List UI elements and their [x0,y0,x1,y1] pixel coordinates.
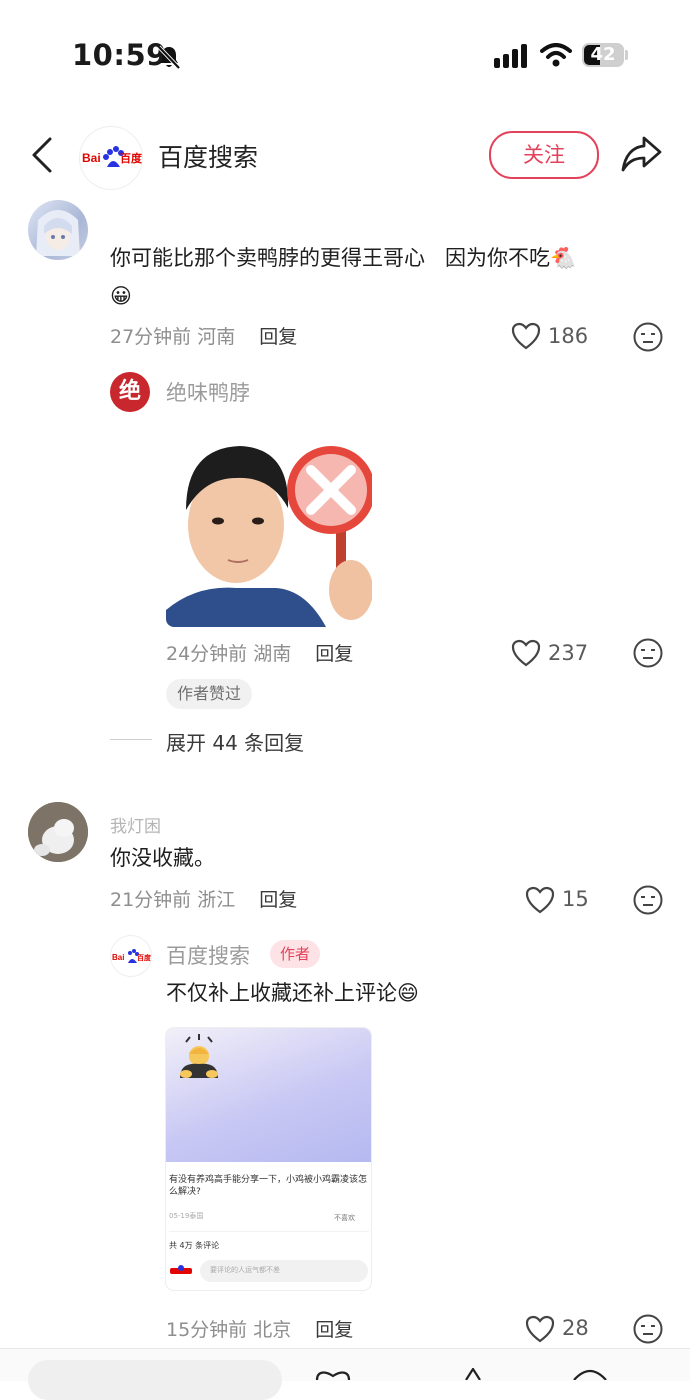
card-divider [169,1231,369,1232]
reply-button[interactable]: 回复 [259,889,297,911]
comment-time: 21分钟前 [110,889,192,911]
reply-meta: 24分钟前 湖南 回复 [166,639,353,666]
status-time: 10:59 [72,38,167,72]
reply-meta: 15分钟前 北京 回复 [166,1315,353,1342]
comment-input[interactable] [28,1360,282,1400]
card-baidu-logo-icon [170,1265,192,1274]
reply-location: 北京 [253,1319,292,1341]
bowing-person-icon [180,1034,218,1078]
dislike-face-icon[interactable] [632,1313,664,1345]
reply-time: 24分钟前 [166,643,248,665]
signal-icon [494,44,527,68]
like-count: 186 [548,324,589,348]
baidu-logo-icon: Bai 百度 [112,949,151,963]
like-heart-icon[interactable] [511,322,541,350]
reply-time: 15分钟前 [166,1319,248,1341]
comment-text: 你可能比那个卖鸭脖的更得王哥心 因为你不吃🐔 [110,246,577,270]
commenter-avatar[interactable] [28,200,88,260]
reply-image[interactable] [166,420,372,627]
reply-username[interactable]: 绝味鸭脖 [166,377,250,407]
reply-button[interactable]: 回复 [259,326,297,348]
reply-screenshot-card[interactable]: 有没有养鸡高手能分享一下，小鸡被小鸡霸凌该怎么解决? 05-19泰国 不喜欢 共… [166,1028,371,1290]
wifi-icon [540,43,572,67]
author-liked-badge: 作者赞过 [166,679,253,709]
like-heart-icon[interactable] [511,639,541,667]
card-dislike: 不喜欢 [334,1214,355,1222]
card-comment-count: 共 4万 条评论 [169,1241,220,1250]
reply-avatar[interactable]: Bai 百度 [110,935,152,977]
like-heart-icon[interactable] [525,1315,555,1343]
anime-avatar-icon [36,210,80,256]
commenter-avatar[interactable] [28,802,88,862]
reply-button[interactable]: 回复 [315,1319,353,1341]
like-count: 28 [562,1316,589,1340]
follow-button[interactable]: 关注 [489,131,599,179]
battery-level: 42 [590,44,616,65]
like-count: 15 [562,887,589,911]
like-heart-icon[interactable] [315,1368,351,1380]
star-icon[interactable] [458,1368,488,1380]
reply-location: 湖南 [253,643,292,665]
page-title[interactable]: 百度搜索 [158,138,258,174]
battery-indicator: 42 [582,43,624,67]
reply-avatar[interactable]: 绝 [110,372,150,412]
card-date: 05-19泰国 [169,1212,204,1220]
card-question: 有没有养鸡高手能分享一下，小鸡被小鸡霸凌该怎么解决? [169,1175,368,1197]
comment-text: 你没收藏。 [110,846,215,870]
card-input-placeholder: 要评论的人运气都不差 [210,1266,280,1274]
dislike-face-icon[interactable] [632,637,664,669]
like-count: 237 [548,641,589,665]
svg-text:百度: 百度 [120,151,142,165]
cat-avatar-icon [28,802,88,862]
expand-divider [110,739,152,740]
svg-text:Bai: Bai [82,151,101,165]
card-input: 要评论的人运气都不差 [200,1260,368,1282]
baidu-logo-icon: Bai 百度 [82,146,143,167]
svg-text:百度: 百度 [137,953,151,962]
reply-button[interactable]: 回复 [315,643,353,665]
comment-meta: 27分钟前 河南 回复 [110,322,297,349]
share-icon[interactable] [620,134,662,174]
bell-muted-icon [157,45,181,70]
comment-location: 浙江 [197,889,236,911]
battery-tip [625,50,628,60]
comment-emoji: 😀 [110,284,132,308]
meme-image [166,420,372,627]
expand-replies-button[interactable]: 展开 44 条回复 [166,727,304,756]
back-arrow-icon[interactable] [30,136,54,174]
svg-text:Bai: Bai [112,953,124,962]
comment-meta: 21分钟前 浙江 回复 [110,885,297,912]
commenter-username[interactable]: 我灯困 [110,812,161,837]
comment-bubble-icon[interactable] [570,1368,610,1380]
dislike-face-icon[interactable] [632,884,664,916]
dislike-face-icon[interactable] [632,321,664,353]
author-tag: 作者 [270,940,321,968]
reply-username[interactable]: 百度搜索 [166,940,250,970]
baidu-logo-avatar[interactable]: Bai 百度 [79,126,143,190]
like-heart-icon[interactable] [525,886,555,914]
comment-location: 河南 [197,326,236,348]
reply-text: 不仅补上收藏还补上评论😄 [166,981,419,1005]
comment-time: 27分钟前 [110,326,192,348]
reply-avatar-badge: 绝 [118,379,141,404]
